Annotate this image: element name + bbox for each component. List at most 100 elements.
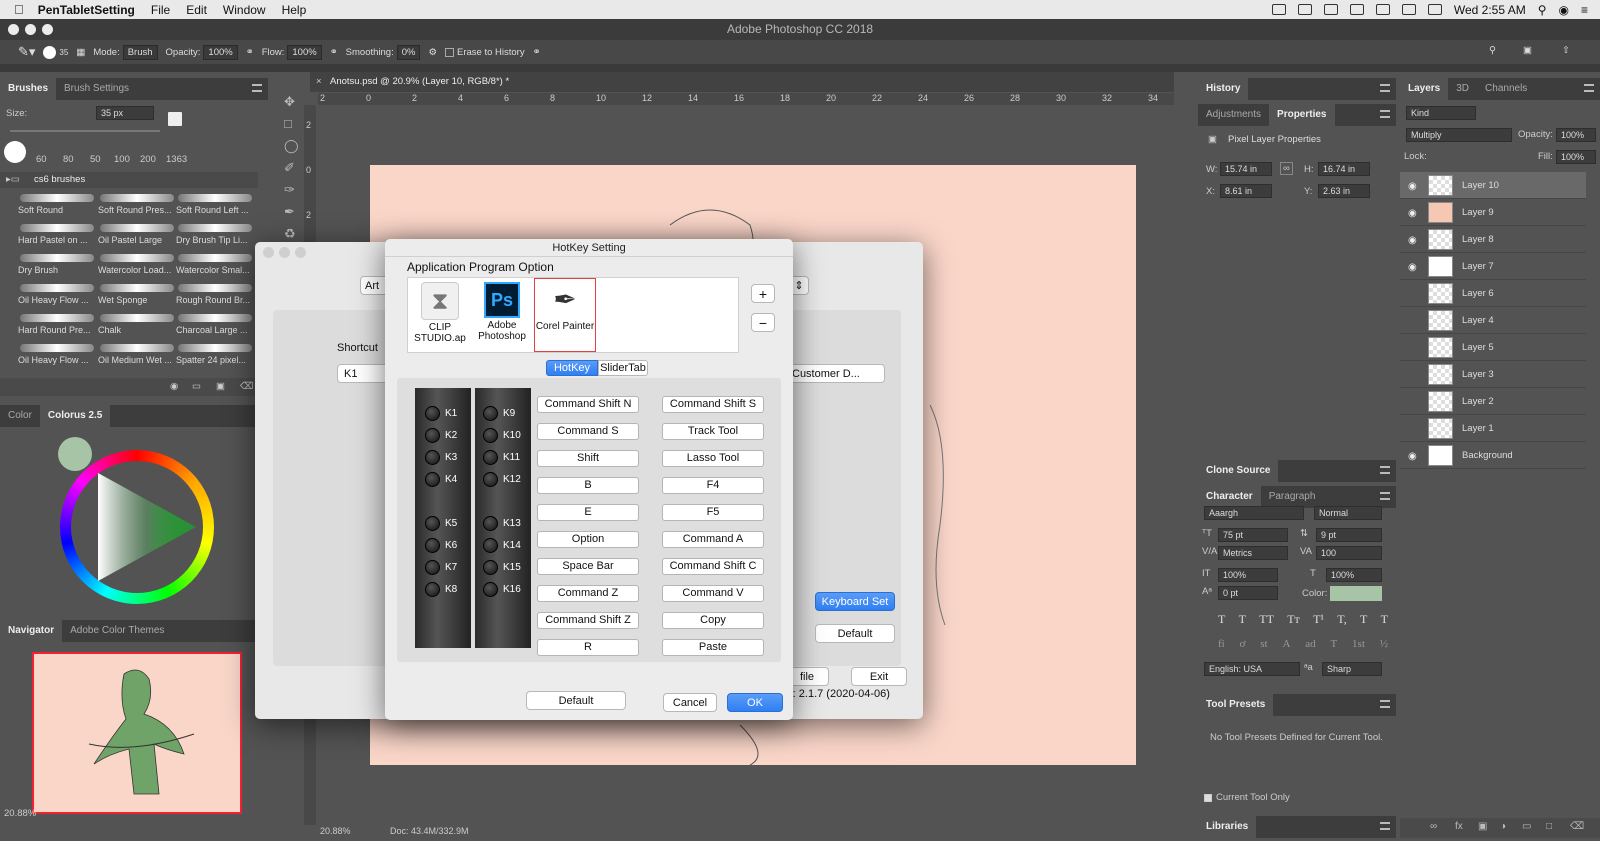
express-key-button[interactable]	[483, 560, 498, 575]
express-key-button[interactable]	[425, 538, 440, 553]
navigator-zoom[interactable]: 20.88%	[4, 808, 36, 819]
faux-italic-button[interactable]: T	[1239, 612, 1246, 626]
tab-history[interactable]: History	[1198, 78, 1249, 100]
app-item-clip-studio[interactable]: ⧗ CLIP STUDIO.ap	[410, 280, 470, 350]
app-item-photoshop[interactable]: Ps Adobe Photoshop	[472, 280, 532, 350]
brush-item[interactable]: Oil Pastel Large	[98, 221, 176, 249]
menubar-clock[interactable]: Wed 2:55 AM	[1454, 3, 1526, 17]
menu-app-name[interactable]: PenTabletSetting	[38, 3, 135, 17]
fx-icon[interactable]: fx	[1455, 821, 1463, 832]
brush-item[interactable]: Dry Brush Tip Li...	[176, 221, 254, 249]
panel-menu-icon[interactable]	[1380, 822, 1390, 830]
brush-preset-picker[interactable]: 35	[43, 45, 68, 59]
tab-adobe-color-themes[interactable]: Adobe Color Themes	[62, 620, 172, 642]
layer-row[interactable]: Layer 5	[1400, 334, 1586, 361]
brush-tool-icon[interactable]: ✒	[284, 204, 295, 220]
eyedropper-icon[interactable]: ✑	[284, 182, 295, 198]
visibility-eye-icon[interactable]: ◉	[1408, 262, 1417, 273]
brush-item[interactable]: Soft Round	[18, 191, 96, 219]
x-field[interactable]: 8.61 in	[1220, 184, 1272, 198]
antialias-select[interactable]: Sharp	[1322, 662, 1382, 676]
panel-menu-icon[interactable]	[252, 84, 262, 92]
language-select[interactable]: English: USA	[1204, 662, 1300, 676]
link-layers-icon[interactable]: ∞	[1430, 821, 1437, 832]
apple-icon[interactable]: 	[14, 2, 24, 17]
small-caps-button[interactable]: Tт	[1287, 612, 1300, 626]
brush-item[interactable]: Chalk	[98, 311, 176, 339]
hotkey-assign-button[interactable]: F4	[662, 477, 764, 494]
marquee-tool-icon[interactable]: □	[284, 116, 292, 131]
gear-icon[interactable]: ⚙	[428, 47, 437, 58]
ordinals-button[interactable]: 1st	[1352, 638, 1365, 652]
horizontal-scale-field[interactable]: 100%	[1326, 568, 1382, 582]
tab-navigator[interactable]: Navigator	[0, 620, 63, 642]
pressure-size-icon[interactable]: ⚭	[533, 47, 541, 58]
visibility-eye-icon[interactable]: ◉	[1408, 235, 1417, 246]
eraser-tool-icon[interactable]: ✎▾	[18, 44, 35, 60]
panel-menu-icon[interactable]	[1380, 492, 1390, 500]
bluetooth-icon[interactable]	[1375, 4, 1390, 15]
preset-size[interactable]: 200	[140, 154, 156, 165]
ok-button[interactable]: OK	[727, 693, 783, 712]
flow-field[interactable]: 100%	[287, 44, 322, 60]
panel-menu-icon[interactable]	[1380, 700, 1390, 708]
visibility-eye-icon[interactable]: ◉	[1408, 208, 1417, 219]
hotkey-default-button[interactable]: Default	[526, 691, 626, 710]
adjustment-icon[interactable]: ◑	[1500, 821, 1506, 832]
layer-row[interactable]: ◉ Layer 7	[1400, 253, 1586, 280]
hotkey-assign-button[interactable]: Command Shift C	[662, 558, 764, 575]
default-button[interactable]: Default	[815, 624, 895, 643]
brush-settings-icon[interactable]: ▦	[76, 47, 85, 58]
brush-size-field[interactable]: 35 px	[96, 106, 154, 120]
share-icon[interactable]: ⇧	[1562, 45, 1570, 56]
quick-select-icon[interactable]: ✐	[284, 160, 295, 176]
express-key-button[interactable]	[483, 538, 498, 553]
move-tool-icon[interactable]: ✥	[284, 94, 295, 110]
hotkey-assign-button[interactable]: Paste	[662, 639, 764, 656]
customer-select[interactable]: Customer D...	[785, 364, 885, 383]
brush-item[interactable]: Hard Round Pre...	[18, 311, 96, 339]
color-triangle[interactable]	[88, 468, 198, 586]
dropbox-icon[interactable]	[1271, 4, 1286, 15]
tab-tool-presets[interactable]: Tool Presets	[1198, 694, 1274, 716]
visibility-eye-icon[interactable]: ◉	[1408, 451, 1417, 462]
express-key-button[interactable]	[483, 582, 498, 597]
tab-libraries[interactable]: Libraries	[1198, 816, 1257, 838]
preset-size[interactable]: 100	[114, 154, 130, 165]
mask-icon[interactable]: ▣	[1478, 821, 1487, 832]
titling-alternates-button[interactable]: T	[1330, 638, 1337, 652]
trash-icon[interactable]: ⌫	[240, 381, 253, 392]
subscript-button[interactable]: T,	[1337, 612, 1346, 626]
menu-help[interactable]: Help	[282, 3, 307, 17]
express-key-button[interactable]	[425, 472, 440, 487]
brush-item[interactable]: Oil Medium Wet ...	[98, 341, 176, 369]
superscript-button[interactable]: T¹	[1313, 612, 1324, 626]
airbrush-icon[interactable]: ⚭	[330, 47, 338, 58]
new-brush-icon[interactable]: ▣	[216, 381, 225, 392]
express-key-button[interactable]	[483, 450, 498, 465]
all-caps-button[interactable]: TT	[1259, 612, 1274, 626]
hotkey-assign-button[interactable]: F5	[662, 504, 764, 521]
vertical-scale-field[interactable]: 100%	[1218, 568, 1278, 582]
workspace-icon[interactable]: ▣	[1523, 45, 1532, 56]
brush-item[interactable]: Watercolor Load...	[98, 251, 176, 279]
hotkey-assign-button[interactable]: Shift	[537, 450, 639, 467]
close-tab-icon[interactable]: ×	[316, 76, 322, 87]
leading-field[interactable]: 9 pt	[1316, 528, 1382, 542]
express-key-button[interactable]	[483, 428, 498, 443]
time-machine-icon[interactable]	[1349, 4, 1364, 15]
swash-button[interactable]: A	[1282, 638, 1290, 652]
tab-3d[interactable]: 3D	[1448, 78, 1477, 100]
layer-row[interactable]: Layer 1	[1400, 415, 1586, 442]
siri-icon[interactable]: ◉	[1559, 3, 1569, 17]
preset-size[interactable]: 60	[36, 154, 47, 165]
font-family-select[interactable]: Aaargh	[1204, 506, 1304, 520]
pressure-opacity-icon[interactable]: ⚭	[246, 47, 254, 58]
minimize-window-button[interactable]	[279, 247, 290, 258]
hotkey-assign-button[interactable]: Copy	[662, 612, 764, 629]
tab-layers[interactable]: Layers	[1400, 78, 1449, 100]
lasso-tool-icon[interactable]: ◯	[284, 138, 299, 154]
zoom-window-button[interactable]	[42, 24, 53, 35]
tab-hotkey[interactable]: HotKey	[546, 360, 598, 376]
old-style-button[interactable]: ơ	[1240, 638, 1246, 652]
